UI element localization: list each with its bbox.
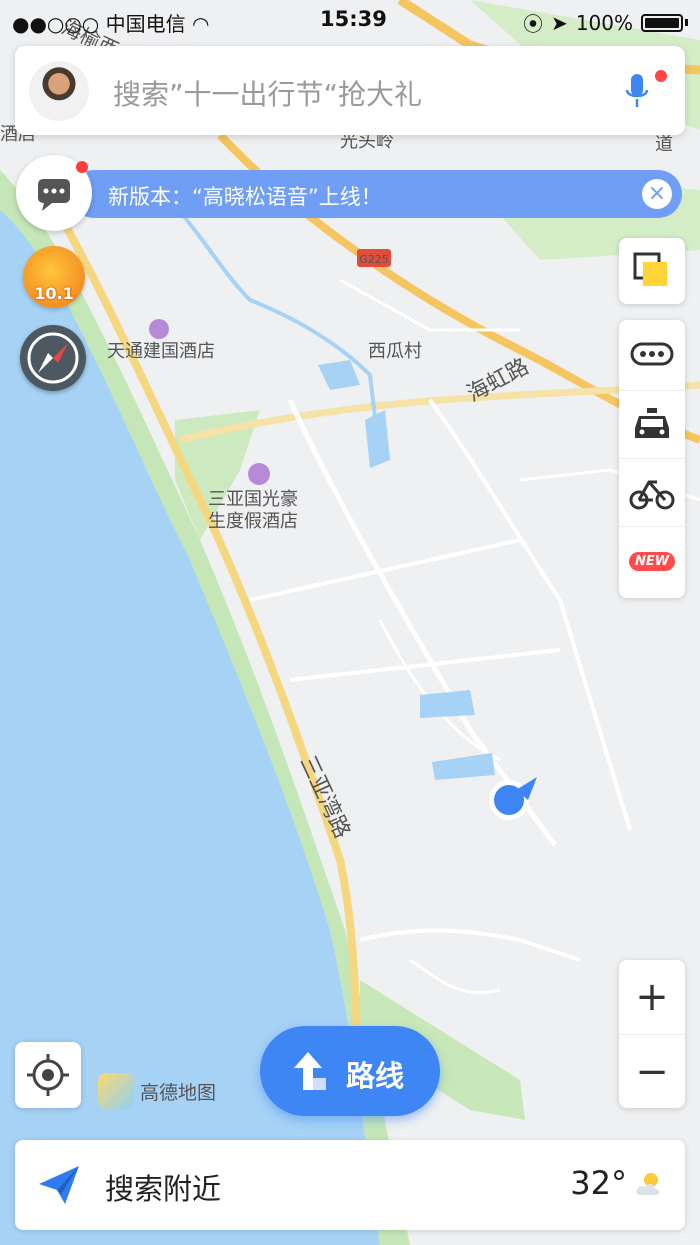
- route-button[interactable]: 路线: [260, 1026, 440, 1116]
- app-logo-text: 高德地图: [140, 1081, 217, 1104]
- temperature-value: 32°: [570, 1164, 627, 1202]
- map-label-hotel1: 天通建国酒店: [107, 341, 215, 362]
- status-bar: ●●○○○ 中国电信 ◠ 15:39 ⦿ ➤ 100%: [0, 0, 700, 40]
- banner-text: 新版本：“高晓松语音”上线！: [108, 185, 382, 209]
- message-notification-dot: [76, 161, 88, 173]
- wifi-icon: ◠: [191, 12, 210, 36]
- battery-icon: [641, 13, 683, 32]
- amap-logo-icon: [98, 1073, 134, 1109]
- partly-cloudy-icon: [636, 1173, 660, 1195]
- zoom-control: + −: [619, 960, 685, 1108]
- route-button-label: 路线: [346, 1059, 405, 1093]
- traffic-button[interactable]: [619, 320, 685, 388]
- map-label-hotel2-line1: 三亚国光豪: [208, 489, 298, 510]
- layers-button[interactable]: [619, 238, 685, 304]
- nearby-search-bar[interactable]: 搜索附近 32°: [15, 1140, 685, 1230]
- map-label-hotel2-line2: 生度假酒店: [208, 511, 298, 532]
- banner-close-icon[interactable]: ×: [642, 179, 672, 209]
- app-logo: 高德地图: [98, 1073, 216, 1109]
- side-tools-panel: NEW: [619, 320, 685, 598]
- compass-button[interactable]: [20, 325, 86, 391]
- promo-label: 10.1: [34, 284, 74, 303]
- layers-icon: [633, 252, 667, 286]
- traffic-icon: [630, 342, 674, 366]
- map-label-village: 西瓜村: [368, 341, 422, 362]
- taxi-button[interactable]: [619, 390, 685, 459]
- map-label-edge: 道: [655, 134, 673, 155]
- nearby-search-label: 搜索附近: [105, 1172, 222, 1206]
- battery-percent: 100%: [575, 10, 633, 35]
- highway-shield: G225: [359, 253, 389, 266]
- carrier-label: ●●○○○ 中国电信: [12, 12, 186, 36]
- bike-button[interactable]: [619, 458, 685, 527]
- promo-dice-button[interactable]: 10.1: [23, 246, 85, 308]
- compass-icon: [27, 332, 79, 384]
- message-button[interactable]: [16, 155, 92, 231]
- paper-plane-icon: [39, 1166, 79, 1204]
- crosshair-icon: [27, 1054, 69, 1096]
- search-input[interactable]: 搜索”十一出行节“抢大礼: [113, 73, 422, 113]
- avatar[interactable]: [29, 61, 89, 121]
- zoom-out-button[interactable]: −: [619, 1034, 685, 1109]
- status-time: 15:39: [320, 7, 387, 31]
- location-arrow-icon: ➤: [551, 10, 568, 35]
- update-banner[interactable]: 新版本：“高晓松语音”上线！ ×: [70, 170, 682, 218]
- new-feature-button[interactable]: NEW: [619, 526, 685, 595]
- search-bar[interactable]: 搜索”十一出行节“抢大礼: [15, 46, 685, 135]
- mic-notification-dot: [655, 70, 667, 82]
- zoom-in-button[interactable]: +: [619, 960, 685, 1034]
- rotation-lock-icon: ⦿: [523, 12, 544, 36]
- new-badge: NEW: [628, 551, 676, 571]
- taxi-icon: [635, 408, 669, 438]
- microphone-icon[interactable]: [625, 72, 649, 110]
- locate-button[interactable]: [15, 1042, 81, 1108]
- bicycle-icon: [629, 480, 675, 510]
- route-arrow-icon: [294, 1052, 326, 1090]
